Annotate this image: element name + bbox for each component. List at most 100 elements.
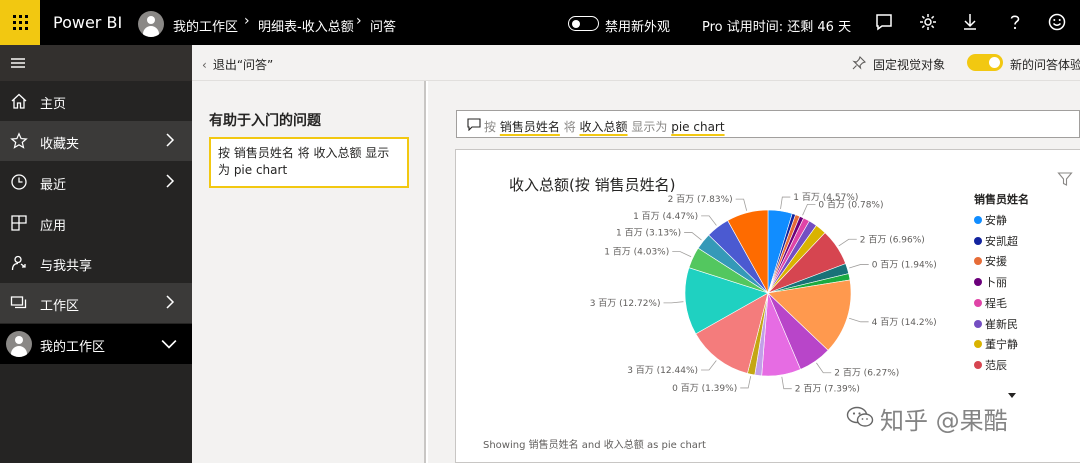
sidebar-item-favorites[interactable]: 收藏夹	[0, 121, 192, 161]
leader-line	[781, 376, 792, 390]
legend-item[interactable]: 卜丽	[974, 274, 1007, 290]
question-input[interactable]: 按 销售员姓名 将 收入总额 显示为 pie chart	[456, 110, 1080, 138]
workspace-avatar	[138, 11, 164, 37]
breadcrumb-workspace[interactable]: 我的工作区	[173, 16, 238, 35]
suggestions-panel: 有助于入门的问题 按 销售员姓名 将 收入总额 显示为 pie chart	[192, 81, 426, 463]
new-look-toggle[interactable]	[568, 16, 599, 31]
slice-data-label: 2 百万 (7.39%)	[795, 384, 860, 395]
question-word: 将	[563, 120, 576, 134]
pin-icon[interactable]	[852, 56, 866, 70]
pin-visual-button[interactable]: 固定视觉对象	[873, 56, 945, 73]
breadcrumb-report[interactable]: 明细表-收入总额	[258, 16, 354, 35]
sidebar-item-recent[interactable]: 最近	[0, 162, 192, 202]
smiley-icon[interactable]	[1047, 12, 1067, 32]
leader-line	[802, 203, 816, 216]
exit-qa-button[interactable]: ‹ 退出“问答”	[202, 56, 273, 73]
legend-label: 崔新民	[985, 317, 1018, 331]
share-person-icon	[11, 255, 26, 271]
question-word: 按	[484, 120, 497, 134]
wechat-icon	[846, 406, 874, 427]
suggestion-card[interactable]: 按 销售员姓名 将 收入总额 显示为 pie chart	[209, 137, 409, 188]
leader-line	[701, 215, 717, 226]
legend-swatch	[974, 360, 982, 369]
chevron-down-icon	[161, 339, 177, 349]
leader-line	[849, 317, 869, 323]
legend-item[interactable]: 董宁静	[974, 336, 1018, 352]
showing-caption: Showing 销售员姓名 and 收入总额 as pie chart	[483, 440, 706, 451]
sidebar-item-shared[interactable]: 与我共享	[0, 243, 192, 283]
sidebar-item-my-workspace[interactable]: 我的工作区	[0, 324, 192, 364]
chevron-left-icon: ‹	[202, 58, 207, 72]
slice-data-label: 1 百万 (4.47%)	[633, 211, 698, 222]
leader-line	[838, 238, 857, 247]
slice-data-label: 0 百万 (1.39%)	[672, 383, 737, 394]
legend-label: 安静	[985, 214, 1007, 227]
apps-icon	[11, 215, 27, 231]
legend-item[interactable]: 安凯超	[974, 233, 1018, 249]
new-qa-label: 新的问答体验	[1010, 58, 1080, 72]
sidebar-item-label: 与我共享	[40, 259, 93, 274]
chevron-right-icon	[166, 133, 175, 147]
feedback-icon[interactable]	[874, 12, 894, 32]
chevron-right-icon: ›	[244, 13, 250, 29]
legend-label: 卜丽	[985, 276, 1007, 290]
breadcrumb-qa[interactable]: 问答	[370, 16, 396, 35]
legend-swatch	[974, 278, 982, 287]
legend-label: 安凯超	[985, 234, 1018, 248]
legend-label: 范辰	[985, 358, 1007, 372]
qa-toolbar: ‹ 退出“问答” 固定视觉对象 新的问答体验	[192, 45, 1080, 81]
slice-data-label: 0 百万 (0.78%)	[818, 199, 883, 210]
legend-item[interactable]: 范辰	[974, 357, 1007, 373]
leader-line	[663, 301, 684, 304]
menu-icon[interactable]	[0, 45, 192, 81]
new-qa-toggle[interactable]	[967, 54, 1003, 71]
top-bar: Power BI 我的工作区 › 明细表-收入总额 › 问答 禁用新外观 Pro…	[0, 0, 1080, 45]
legend-label: 安援	[985, 255, 1007, 269]
leader-line	[672, 251, 692, 258]
sidebar-item-apps[interactable]: 应用	[0, 203, 192, 243]
slice-data-label: 1 百万 (4.03%)	[604, 247, 669, 258]
leader-line	[684, 232, 702, 241]
legend-item[interactable]: 安援	[974, 253, 1007, 269]
sidebar-item-label: 应用	[40, 219, 67, 234]
slice-data-label: 3 百万 (12.44%)	[627, 365, 698, 376]
chevron-right-icon	[166, 174, 175, 188]
leader-line	[849, 264, 869, 269]
slice-data-label: 2 百万 (6.27%)	[834, 368, 899, 379]
legend-swatch	[974, 257, 982, 266]
suggestions-title: 有助于入门的问题	[209, 113, 321, 129]
sidebar-item-workspaces[interactable]: 工作区	[0, 283, 192, 323]
download-icon[interactable]	[960, 12, 980, 32]
app-name[interactable]: Power BI	[53, 13, 122, 32]
legend-swatch	[974, 319, 982, 328]
avatar	[6, 331, 32, 357]
new-look-label: 禁用新外观	[605, 20, 671, 35]
chevron-right-icon: ›	[356, 13, 362, 29]
sidebar-item-home[interactable]: 主页	[0, 81, 192, 121]
legend-swatch	[974, 216, 982, 224]
exit-qa-label: 退出“问答”	[212, 58, 274, 72]
legend-item[interactable]: 安静	[974, 212, 1007, 228]
trial-text[interactable]: Pro 试用时间: 还剩 46 天	[702, 16, 851, 35]
legend-swatch	[974, 298, 982, 307]
help-icon[interactable]	[1005, 12, 1025, 32]
legend-more-icon[interactable]	[1008, 393, 1016, 398]
question-term-visual: pie chart	[671, 120, 725, 134]
leader-line	[816, 362, 832, 374]
slice-data-label: 0 百万 (1.94%)	[872, 259, 937, 270]
question-text: 按 销售员姓名 将 收入总额 显示为 pie chart	[484, 118, 725, 135]
legend-label: 程毛	[985, 296, 1007, 310]
legend-swatch	[974, 236, 982, 245]
slice-data-label: 3 百万 (12.72%)	[590, 298, 661, 309]
app-launcher-icon[interactable]	[0, 0, 40, 45]
legend-item[interactable]: 程毛	[974, 295, 1007, 311]
sidebar-item-label: 我的工作区	[40, 340, 106, 355]
sidebar-item-label: 工作区	[40, 299, 80, 314]
watermark: 知乎 @果酷	[880, 407, 1008, 435]
sidebar: 主页 收藏夹 最近 应用 与我共享 工作区 我的工作区	[0, 45, 192, 463]
gear-icon[interactable]	[918, 12, 938, 32]
legend-item[interactable]: 崔新民	[974, 316, 1018, 332]
slice-data-label: 1 百万 (3.13%)	[616, 228, 681, 239]
question-term-field: 销售员姓名	[499, 120, 560, 134]
leader-line	[780, 196, 791, 209]
